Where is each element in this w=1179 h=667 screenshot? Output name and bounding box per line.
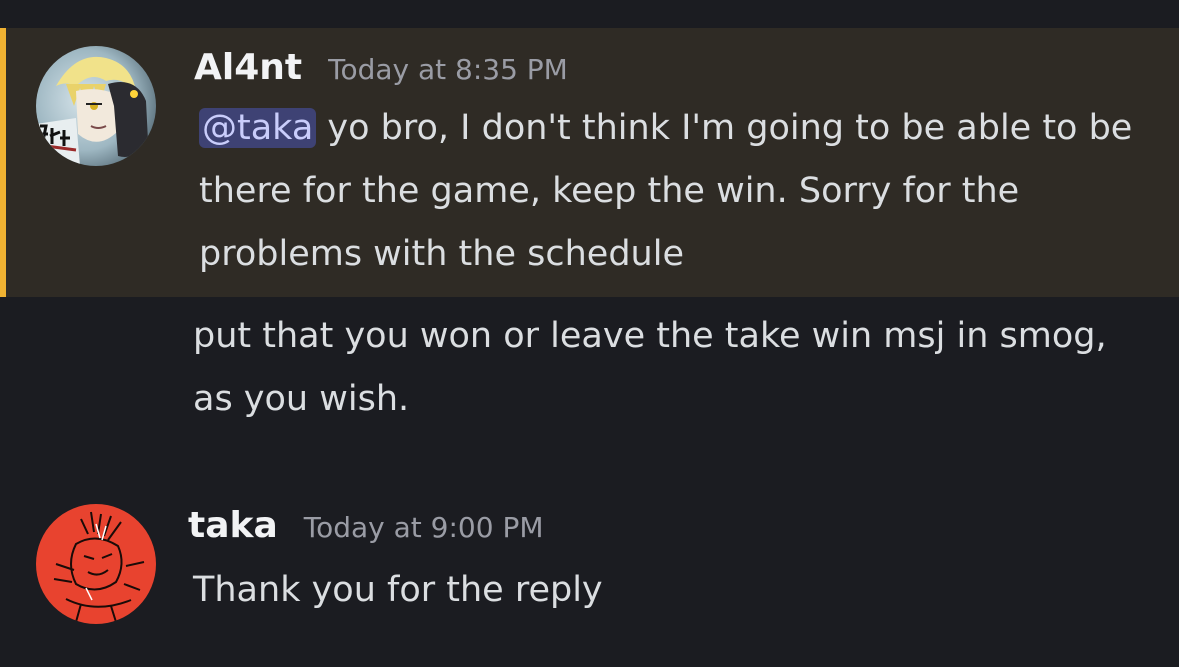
al4nt-avatar[interactable] — [36, 46, 156, 166]
timestamp[interactable]: Today at 8:35 PM — [328, 44, 568, 96]
message-content: @taka yo bro, I don't think I'm going to… — [199, 97, 1159, 286]
message-content: Thank you for the reply — [193, 570, 603, 610]
message-header: Al4nt Today at 8:35 PM — [194, 42, 568, 96]
taka-avatar[interactable] — [36, 504, 156, 624]
message-header: taka Today at 9:00 PM — [188, 500, 544, 554]
username[interactable]: Al4nt — [194, 42, 302, 94]
anime-character-avatar-icon — [36, 46, 156, 166]
message-body-text: yo bro, I don't think I'm going to be ab… — [199, 108, 1133, 274]
username[interactable]: taka — [188, 500, 278, 552]
message-highlighted[interactable]: Al4nt Today at 8:35 PM @taka yo bro, I d… — [0, 28, 1179, 297]
message-content: put that you won or leave the take win m… — [193, 316, 1107, 419]
red-sketch-avatar-icon — [36, 504, 156, 624]
user-mention[interactable]: @taka — [199, 108, 317, 148]
timestamp[interactable]: Today at 9:00 PM — [304, 502, 544, 554]
